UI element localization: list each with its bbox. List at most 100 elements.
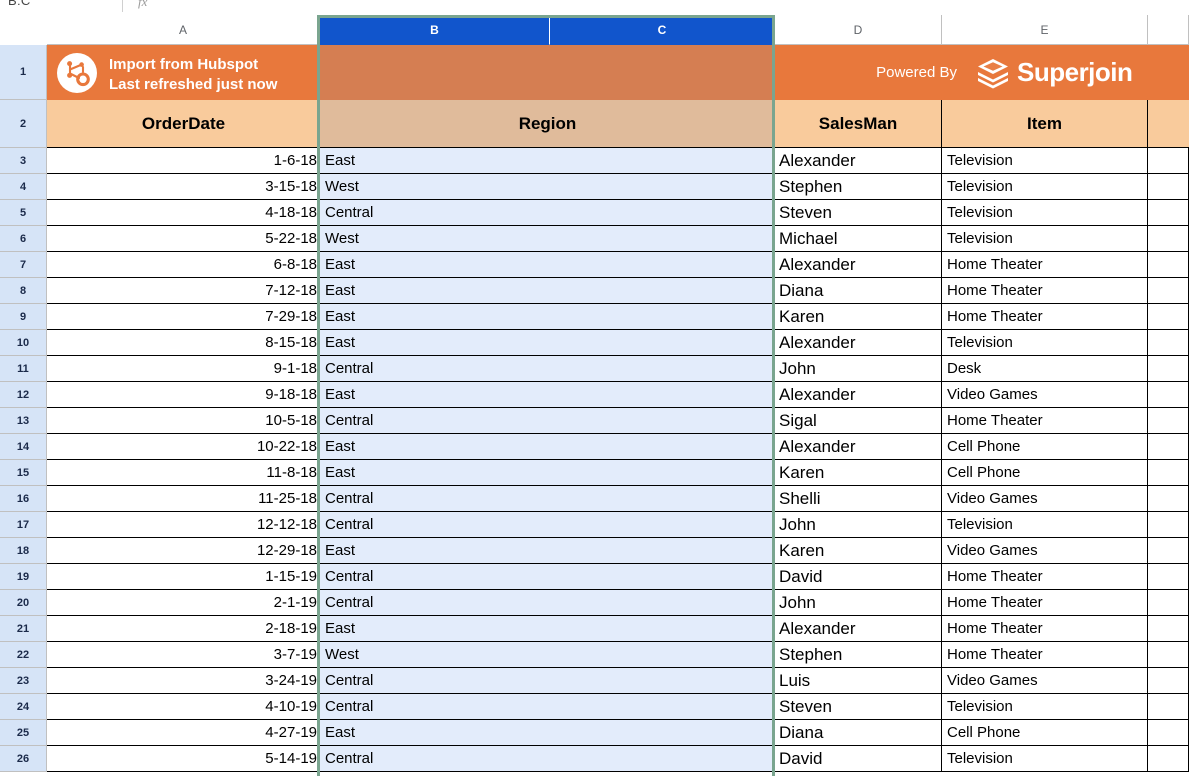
cell-item[interactable]: Television bbox=[942, 148, 1148, 174]
row-header-5[interactable]: 5 bbox=[0, 200, 47, 226]
cell-orderdate[interactable]: 12-12-18 bbox=[47, 512, 320, 538]
cell-region[interactable]: East bbox=[320, 460, 775, 486]
cell-salesman[interactable]: John bbox=[775, 512, 942, 538]
cell-salesman[interactable]: John bbox=[775, 356, 942, 382]
cell-item[interactable]: Home Theater bbox=[942, 642, 1148, 668]
selection-border-left[interactable] bbox=[317, 15, 320, 776]
cell-item[interactable]: Home Theater bbox=[942, 616, 1148, 642]
row-header-11[interactable]: 11 bbox=[0, 356, 47, 382]
row-header-25[interactable]: 25 bbox=[0, 720, 47, 746]
cell-salesman[interactable]: Alexander bbox=[775, 148, 942, 174]
cell-empty[interactable] bbox=[1148, 226, 1189, 252]
cell-region[interactable]: Central bbox=[320, 746, 775, 772]
cell-salesman[interactable]: Luis bbox=[775, 668, 942, 694]
hubspot-import-banner[interactable]: Import from Hubspot Last refreshed just … bbox=[47, 45, 320, 100]
cell-region[interactable]: Central bbox=[320, 356, 775, 382]
cell-orderdate[interactable]: 1-6-18 bbox=[47, 148, 320, 174]
cell-empty[interactable] bbox=[1148, 486, 1189, 512]
cell-salesman[interactable]: Shelli bbox=[775, 486, 942, 512]
cell-orderdate[interactable]: 6-8-18 bbox=[47, 252, 320, 278]
cell-item[interactable]: Video Games bbox=[942, 382, 1148, 408]
row-header-22[interactable]: 22 bbox=[0, 642, 47, 668]
cell-empty[interactable] bbox=[1148, 694, 1189, 720]
cell-region[interactable]: East bbox=[320, 434, 775, 460]
cell-region[interactable]: East bbox=[320, 616, 775, 642]
cell-salesman[interactable]: Karen bbox=[775, 538, 942, 564]
cell-item[interactable]: Cell Phone bbox=[942, 434, 1148, 460]
row-header-4[interactable]: 4 bbox=[0, 174, 47, 200]
cell-salesman[interactable]: Stephen bbox=[775, 642, 942, 668]
cell-empty[interactable] bbox=[1148, 148, 1189, 174]
cell-orderdate[interactable]: 9-18-18 bbox=[47, 382, 320, 408]
cell-orderdate[interactable]: 10-5-18 bbox=[47, 408, 320, 434]
cell-region[interactable]: East bbox=[320, 148, 775, 174]
cell-orderdate[interactable]: 1-15-19 bbox=[47, 564, 320, 590]
cell-salesman[interactable]: John bbox=[775, 590, 942, 616]
cell-item[interactable]: Home Theater bbox=[942, 590, 1148, 616]
cell-item[interactable]: Home Theater bbox=[942, 408, 1148, 434]
function-icon[interactable]: fx bbox=[138, 0, 147, 10]
banner-cell-bc-selected[interactable] bbox=[320, 45, 775, 100]
cell-item[interactable]: Cell Phone bbox=[942, 460, 1148, 486]
cell-region[interactable]: Central bbox=[320, 564, 775, 590]
cell-region[interactable]: Central bbox=[320, 668, 775, 694]
cell-orderdate[interactable]: 3-7-19 bbox=[47, 642, 320, 668]
cell-orderdate[interactable]: 4-18-18 bbox=[47, 200, 320, 226]
cell-empty[interactable] bbox=[1148, 356, 1189, 382]
row-header-23[interactable]: 23 bbox=[0, 668, 47, 694]
row-header-17[interactable]: 17 bbox=[0, 512, 47, 538]
cell-item[interactable]: Video Games bbox=[942, 668, 1148, 694]
row-header-19[interactable]: 19 bbox=[0, 564, 47, 590]
row-header-16[interactable]: 16 bbox=[0, 486, 47, 512]
cell-region[interactable]: East bbox=[320, 304, 775, 330]
cell-empty[interactable] bbox=[1148, 538, 1189, 564]
cell-orderdate[interactable]: 7-12-18 bbox=[47, 278, 320, 304]
cell-item[interactable]: Cell Phone bbox=[942, 720, 1148, 746]
cell-salesman[interactable]: Michael bbox=[775, 226, 942, 252]
cell-empty[interactable] bbox=[1148, 382, 1189, 408]
cell-region[interactable]: East bbox=[320, 252, 775, 278]
cell-empty[interactable] bbox=[1148, 174, 1189, 200]
cell-salesman[interactable]: David bbox=[775, 564, 942, 590]
cell-item[interactable]: Television bbox=[942, 226, 1148, 252]
cell-salesman[interactable]: Diana bbox=[775, 720, 942, 746]
cell-orderdate[interactable]: 11-25-18 bbox=[47, 486, 320, 512]
cell-salesman[interactable]: Alexander bbox=[775, 616, 942, 642]
cell-region[interactable]: East bbox=[320, 330, 775, 356]
row-header-26[interactable]: 26 bbox=[0, 746, 47, 772]
cell-item[interactable]: Home Theater bbox=[942, 278, 1148, 304]
name-box[interactable]: B:C bbox=[8, 0, 31, 8]
cell-salesman[interactable]: Alexander bbox=[775, 252, 942, 278]
cell-region[interactable]: Central bbox=[320, 200, 775, 226]
cell-item[interactable]: Home Theater bbox=[942, 304, 1148, 330]
cell-region[interactable]: West bbox=[320, 174, 775, 200]
cell-empty[interactable] bbox=[1148, 512, 1189, 538]
row-header-14[interactable]: 14 bbox=[0, 434, 47, 460]
cell-empty[interactable] bbox=[1148, 746, 1189, 772]
cell-salesman[interactable]: David bbox=[775, 746, 942, 772]
cell-region[interactable]: Central bbox=[320, 590, 775, 616]
cell-empty[interactable] bbox=[1148, 304, 1189, 330]
cell-orderdate[interactable]: 2-18-19 bbox=[47, 616, 320, 642]
cell-orderdate[interactable]: 8-15-18 bbox=[47, 330, 320, 356]
cell-item[interactable]: Television bbox=[942, 694, 1148, 720]
cell-salesman[interactable]: Alexander bbox=[775, 382, 942, 408]
spreadsheet-grid[interactable]: ABCDE 1 2 3 4 5 6 7 8 9 10 11 12 13 14 15 16 17 18 19 20 21 2… bbox=[0, 15, 1189, 776]
cell-orderdate[interactable]: 2-1-19 bbox=[47, 590, 320, 616]
cell-region[interactable]: East bbox=[320, 538, 775, 564]
cell-salesman[interactable]: Steven bbox=[775, 694, 942, 720]
cell-orderdate[interactable]: 11-8-18 bbox=[47, 460, 320, 486]
row-header-24[interactable]: 24 bbox=[0, 694, 47, 720]
row-header-2[interactable]: 2 bbox=[0, 100, 47, 148]
cell-salesman[interactable]: Karen bbox=[775, 460, 942, 486]
cell-item[interactable]: Television bbox=[942, 330, 1148, 356]
cell-empty[interactable] bbox=[1148, 460, 1189, 486]
cell-empty[interactable] bbox=[1148, 200, 1189, 226]
cell-region[interactable]: East bbox=[320, 278, 775, 304]
cell-empty[interactable] bbox=[1148, 434, 1189, 460]
cell-item[interactable]: Television bbox=[942, 512, 1148, 538]
cell-empty[interactable] bbox=[1148, 564, 1189, 590]
cell-salesman[interactable]: Steven bbox=[775, 200, 942, 226]
selection-border-right[interactable] bbox=[772, 15, 775, 776]
cell-orderdate[interactable]: 10-22-18 bbox=[47, 434, 320, 460]
